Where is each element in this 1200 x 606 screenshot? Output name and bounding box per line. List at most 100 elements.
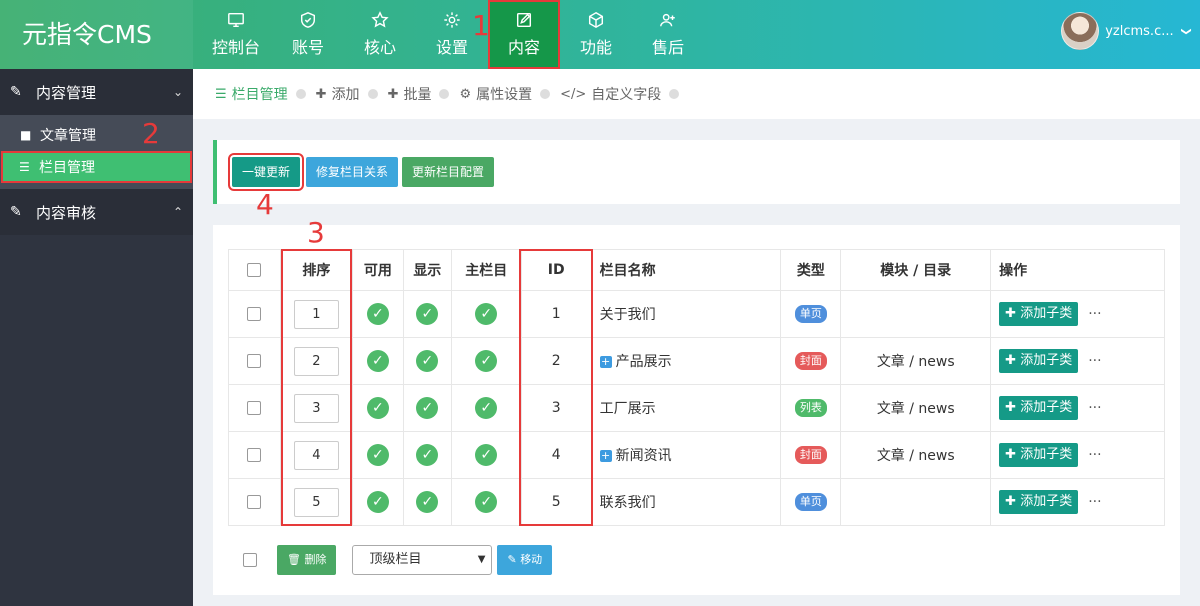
sort-input[interactable]: 1 — [293, 299, 339, 329]
category-name[interactable]: 关于我们 — [600, 307, 656, 323]
list-icon: ☰ — [215, 86, 227, 102]
check-circle-icon[interactable]: ✓ — [366, 491, 389, 513]
sort-input[interactable]: 5 — [293, 487, 339, 517]
row-checkbox[interactable] — [247, 495, 262, 509]
nav-dashboard[interactable]: 控制台 — [200, 0, 272, 69]
category-name[interactable]: 联系我们 — [600, 495, 656, 511]
more-icon[interactable]: ··· — [1088, 306, 1101, 322]
module-cell — [840, 290, 992, 338]
row-checkbox[interactable] — [247, 307, 262, 321]
sort-input[interactable]: 3 — [293, 393, 339, 423]
sidebar: ✎ 内容管理 ⌄ ■ 文章管理 ☰ 栏目管理 ✎ 内容审核 ⌃ — [0, 69, 193, 606]
expand-icon[interactable]: + — [599, 356, 612, 368]
delete-button[interactable]: 🗑 删除 — [277, 545, 337, 575]
nav-account[interactable]: 账号 — [272, 0, 344, 69]
update-all-button[interactable]: 一键更新 — [227, 153, 305, 191]
main-cell: ✓ — [450, 431, 522, 479]
row-checkbox[interactable] — [247, 401, 262, 415]
user-menu[interactable]: yzlcms.c... ❯ — [1061, 12, 1191, 50]
module-cell: 文章 / news — [840, 337, 992, 385]
delete-label: 删除 — [304, 553, 327, 566]
select-all-bottom-checkbox[interactable] — [243, 553, 257, 567]
col-enabled: 可用 — [351, 249, 404, 291]
nav-core[interactable]: 核心 — [344, 0, 416, 69]
add-child-button[interactable]: ✚ 添加子类 — [999, 443, 1079, 467]
move-button[interactable]: ✎ 移动 — [497, 545, 553, 575]
tab-attributes[interactable]: ⚙ 属性设置 — [459, 84, 532, 104]
nav-label: 核心 — [363, 38, 396, 57]
check-circle-icon[interactable]: ✓ — [475, 350, 498, 372]
sort-input[interactable]: 4 — [293, 440, 339, 470]
check-circle-icon[interactable]: ✓ — [366, 303, 389, 325]
nav-label: 控制台 — [211, 38, 260, 57]
select-all-checkbox[interactable] — [247, 263, 262, 277]
tab-category-manage[interactable]: ☰ 栏目管理 — [215, 84, 288, 104]
more-icon[interactable]: ··· — [1088, 447, 1101, 463]
category-name[interactable]: 产品展示 — [616, 354, 672, 370]
check-circle-icon[interactable]: ✓ — [366, 350, 389, 372]
more-icon[interactable]: ··· — [1088, 494, 1101, 510]
add-child-button[interactable]: ✚ 添加子类 — [999, 396, 1079, 420]
add-child-label: 添加子类 — [1020, 494, 1073, 509]
tab-label: 添加 — [331, 87, 360, 103]
username[interactable]: yzlcms.c... — [1105, 24, 1173, 39]
more-icon[interactable]: ··· — [1088, 400, 1101, 416]
check-circle-icon[interactable]: ✓ — [416, 491, 439, 513]
table-row: 4 ✓ ✓ ✓ 4 + 新闻资讯 封面 文章 / news ✚ 添加子类 ··· — [228, 431, 1165, 479]
expand-icon[interactable]: + — [599, 450, 612, 462]
repair-relations-button[interactable]: 修复栏目关系 — [306, 157, 399, 187]
nav-label: 内容 — [507, 38, 540, 57]
avatar[interactable] — [1061, 12, 1100, 50]
enabled-cell: ✓ — [351, 478, 404, 526]
plus-icon: ✚ — [1005, 447, 1017, 462]
check-circle-icon[interactable]: ✓ — [475, 444, 498, 466]
parent-category-select[interactable]: 顶级栏目 ▼ — [352, 545, 493, 575]
sidebar-group-content-review[interactable]: ✎ 内容审核 ⌃ — [0, 189, 193, 235]
row-checkbox[interactable] — [247, 354, 262, 368]
sidebar-group-label: 内容管理 — [36, 83, 97, 102]
more-icon[interactable]: ··· — [1088, 353, 1101, 369]
check-circle-icon[interactable]: ✓ — [475, 303, 498, 325]
sort-input[interactable]: 2 — [293, 346, 339, 376]
col-sort: 排序 — [279, 249, 353, 291]
check-circle-icon[interactable]: ✓ — [475, 491, 498, 513]
add-child-button[interactable]: ✚ 添加子类 — [999, 349, 1079, 373]
tab-batch[interactable]: ✚ 批量 — [388, 84, 432, 104]
check-circle-icon[interactable]: ✓ — [416, 444, 439, 466]
category-name[interactable]: 新闻资讯 — [616, 448, 672, 464]
add-child-label: 添加子类 — [1020, 353, 1073, 368]
sidebar-item-categories[interactable]: ☰ 栏目管理 — [1, 151, 192, 183]
main-cell: ✓ — [450, 290, 522, 338]
sort-cell: 2 — [279, 337, 353, 385]
sidebar-group-content-manage[interactable]: ✎ 内容管理 ⌄ — [0, 69, 193, 115]
sort-cell: 4 — [279, 431, 353, 479]
category-table: 排序 可用 显示 主栏目 ID 栏目名称 类型 模块 / 目录 操作 1 ✓ ✓… — [228, 249, 1165, 526]
nav-content[interactable]: 内容 — [488, 0, 560, 69]
add-child-label: 添加子类 — [1020, 447, 1073, 462]
visible-cell: ✓ — [402, 384, 452, 432]
category-name[interactable]: 工厂展示 — [600, 401, 656, 417]
check-circle-icon[interactable]: ✓ — [366, 444, 389, 466]
type-cell: 封面 — [780, 337, 842, 385]
file-icon: ■ — [20, 128, 32, 142]
chevron-down-icon[interactable]: ❯ — [1180, 27, 1191, 35]
add-child-button[interactable]: ✚ 添加子类 — [999, 490, 1079, 514]
table-row: 1 ✓ ✓ ✓ 1 关于我们 单页 ✚ 添加子类 ··· — [228, 290, 1165, 338]
monitor-icon — [228, 12, 244, 28]
tab-custom-fields[interactable]: </> 自定义字段 — [560, 84, 661, 104]
check-circle-icon[interactable]: ✓ — [416, 397, 439, 419]
edit-icon: ✎ — [10, 84, 22, 100]
sidebar-item-articles[interactable]: ■ 文章管理 — [0, 119, 193, 151]
row-checkbox[interactable] — [247, 448, 262, 462]
add-child-button[interactable]: ✚ 添加子类 — [999, 302, 1079, 326]
plus-icon: ✚ — [1005, 353, 1017, 368]
tab-add[interactable]: ✚ 添加 — [316, 84, 360, 104]
check-circle-icon[interactable]: ✓ — [416, 303, 439, 325]
ops-cell: ✚ 添加子类 ··· — [990, 337, 1165, 385]
check-circle-icon[interactable]: ✓ — [366, 397, 389, 419]
check-circle-icon[interactable]: ✓ — [475, 397, 498, 419]
update-config-button[interactable]: 更新栏目配置 — [402, 157, 495, 187]
nav-aftersale[interactable]: 售后 — [632, 0, 704, 69]
check-circle-icon[interactable]: ✓ — [416, 350, 439, 372]
nav-features[interactable]: 功能 — [560, 0, 632, 69]
